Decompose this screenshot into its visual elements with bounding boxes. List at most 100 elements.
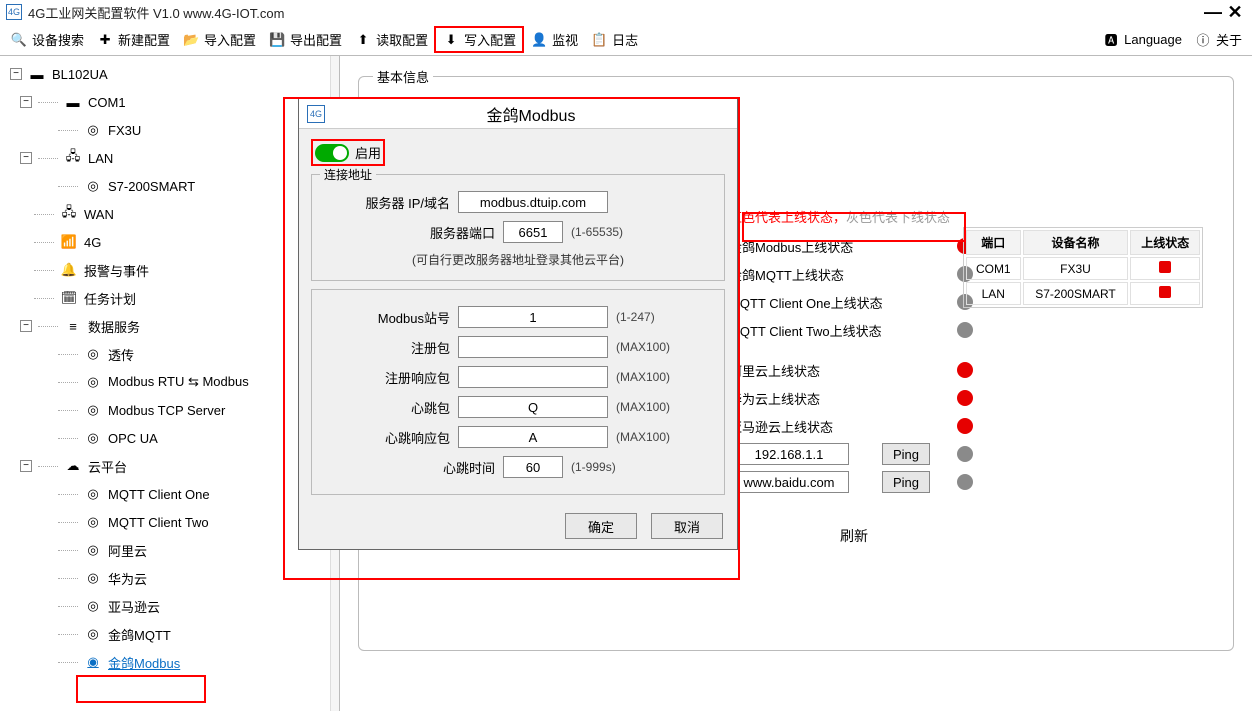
collapse-icon[interactable]: − bbox=[20, 96, 32, 108]
target-icon: ◎ bbox=[84, 346, 102, 362]
server-ip-input[interactable] bbox=[458, 191, 608, 213]
ping-domain-input[interactable] bbox=[729, 471, 849, 493]
server-port-hint: (1-65535) bbox=[571, 225, 651, 239]
status-label: 金鸽MQTT上线状态 bbox=[729, 265, 957, 284]
tree-dataservice[interactable]: −≡数据服务 bbox=[0, 312, 339, 340]
toolbar-export[interactable]: 💾导出配置 bbox=[262, 28, 348, 51]
toolbar-read[interactable]: ⬆读取配置 bbox=[348, 28, 434, 51]
enable-toggle[interactable] bbox=[315, 144, 349, 162]
tree-lan[interactable]: −🖧LAN bbox=[0, 144, 339, 172]
ok-button[interactable]: 确定 bbox=[565, 513, 637, 539]
toolbar-about[interactable]: ⓘ关于 bbox=[1188, 28, 1248, 51]
reg-hint: (MAX100) bbox=[616, 340, 696, 354]
tree-4g[interactable]: 📶4G bbox=[0, 228, 339, 256]
bell-icon: 🔔 bbox=[60, 262, 78, 278]
status-row: 金鸽Modbus上线状态 bbox=[729, 232, 979, 260]
language-icon: 🅰 bbox=[1102, 31, 1120, 49]
tree-passthrough[interactable]: ◎透传 bbox=[0, 340, 339, 368]
collapse-icon[interactable]: − bbox=[10, 68, 22, 80]
ping-ip-input[interactable] bbox=[729, 443, 849, 465]
basic-info-legend: 基本信息 bbox=[373, 67, 433, 86]
station-input[interactable] bbox=[458, 306, 608, 328]
status-dot bbox=[957, 474, 973, 490]
hbtime-input[interactable] bbox=[503, 456, 563, 478]
collapse-icon[interactable]: − bbox=[20, 152, 32, 164]
sidebar-tree[interactable]: −▬BL102UA −▬COM1 ◎FX3U −🖧LAN ◎S7-200SMAR… bbox=[0, 56, 340, 711]
close-button[interactable]: ✕ bbox=[1224, 1, 1246, 23]
target-icon: ◎ bbox=[84, 598, 102, 614]
minimize-button[interactable]: — bbox=[1202, 1, 1224, 23]
app-icon: 4G bbox=[6, 4, 22, 20]
tree-cloud[interactable]: −☁云平台 bbox=[0, 452, 339, 480]
device-icon: ▬ bbox=[28, 67, 46, 82]
ping-domain-button[interactable]: Ping bbox=[882, 471, 930, 493]
tree-jinge-modbus[interactable]: ◉金鸽Modbus bbox=[0, 648, 339, 676]
regresp-hint: (MAX100) bbox=[616, 370, 696, 384]
toolbar-log[interactable]: 📋日志 bbox=[584, 28, 644, 51]
collapse-icon[interactable]: − bbox=[20, 320, 32, 332]
status-dot bbox=[957, 390, 973, 406]
target-icon: ◎ bbox=[84, 374, 102, 390]
cloud-icon: ☁ bbox=[64, 458, 82, 474]
cancel-button[interactable]: 取消 bbox=[651, 513, 723, 539]
hbresp-label: 心跳响应包 bbox=[340, 428, 450, 447]
refresh-button[interactable]: 刷新 bbox=[840, 526, 868, 546]
collapse-icon[interactable]: − bbox=[20, 460, 32, 472]
dialog-title: 金鸽Modbus bbox=[333, 102, 729, 126]
toolbar-search[interactable]: 🔍设备搜索 bbox=[4, 28, 90, 51]
tree-wan[interactable]: 🖧WAN bbox=[0, 200, 339, 228]
tree-modbus-tcp[interactable]: ◎Modbus TCP Server bbox=[0, 396, 339, 424]
status-dot bbox=[957, 418, 973, 434]
target-icon: ◎ bbox=[84, 570, 102, 586]
hbresp-input[interactable] bbox=[458, 426, 608, 448]
target-icon: ◎ bbox=[84, 514, 102, 530]
tree-root[interactable]: −▬BL102UA bbox=[0, 60, 339, 88]
tree-jinge-mqtt[interactable]: ◎金鸽MQTT bbox=[0, 620, 339, 648]
reg-input[interactable] bbox=[458, 336, 608, 358]
target-icon: ◎ bbox=[84, 122, 102, 138]
status-row: 亚马逊云上线状态 bbox=[729, 412, 979, 440]
tree-com1[interactable]: −▬COM1 bbox=[0, 88, 339, 116]
table-row: COM1FX3U bbox=[966, 257, 1200, 280]
server-port-input[interactable] bbox=[503, 221, 563, 243]
tree-opc-ua[interactable]: ◎OPC UA bbox=[0, 424, 339, 452]
ping-ip-button[interactable]: Ping bbox=[882, 443, 930, 465]
tree-task[interactable]: 🗓任务计划 bbox=[0, 284, 339, 312]
toolbar-new[interactable]: ✚新建配置 bbox=[90, 28, 176, 51]
target-icon: ◎ bbox=[84, 542, 102, 558]
toolbar-write[interactable]: ⬇写入配置 bbox=[434, 26, 524, 53]
toolbar-monitor[interactable]: 👤监视 bbox=[524, 28, 584, 51]
jinge-modbus-dialog: 4G 金鸽Modbus 启用 连接地址 服务器 IP/域名 服务器端口 (1-6… bbox=[298, 98, 738, 550]
toolbar-import[interactable]: 📂导入配置 bbox=[176, 28, 262, 51]
dialog-icon: 4G bbox=[307, 105, 325, 123]
search-icon: 🔍 bbox=[10, 31, 28, 49]
hb-input[interactable] bbox=[458, 396, 608, 418]
monitor-icon: 👤 bbox=[530, 31, 548, 49]
toolbar-language[interactable]: 🅰Language bbox=[1096, 29, 1188, 51]
status-label: 金鸽Modbus上线状态 bbox=[729, 237, 957, 256]
status-label: 亚马逊云上线状态 bbox=[729, 417, 957, 436]
hb-label: 心跳包 bbox=[340, 398, 450, 417]
status-label: MQTT Client Two上线状态 bbox=[729, 321, 957, 340]
dialog-footer: 确定 取消 bbox=[299, 503, 737, 549]
tree-modbus-rtu[interactable]: ◎Modbus RTU ⇆ Modbus bbox=[0, 368, 339, 396]
regresp-input[interactable] bbox=[458, 366, 608, 388]
tree-mqtt2[interactable]: ◎MQTT Client Two bbox=[0, 508, 339, 536]
table-row: LANS7-200SMART bbox=[966, 282, 1200, 305]
tree-aws[interactable]: ◎亚马逊云 bbox=[0, 592, 339, 620]
tree-fx3u[interactable]: ◎FX3U bbox=[0, 116, 339, 144]
th-status: 上线状态 bbox=[1130, 230, 1200, 255]
upload-icon: ⬆ bbox=[354, 31, 372, 49]
connection-legend: 连接地址 bbox=[320, 166, 376, 183]
tree-alarm[interactable]: 🔔报警与事件 bbox=[0, 256, 339, 284]
server-note: (可自行更改服务器地址登录其他云平台) bbox=[320, 251, 716, 268]
ping-row-ip: Ping bbox=[729, 440, 979, 468]
tree-huawei[interactable]: ◎华为云 bbox=[0, 564, 339, 592]
station-hint: (1-247) bbox=[616, 310, 696, 324]
status-dot bbox=[957, 446, 973, 462]
tree-aliyun[interactable]: ◎阿里云 bbox=[0, 536, 339, 564]
new-icon: ✚ bbox=[96, 31, 114, 49]
tree-mqtt1[interactable]: ◎MQTT Client One bbox=[0, 480, 339, 508]
tree-s7[interactable]: ◎S7-200SMART bbox=[0, 172, 339, 200]
ping-row-domain: Ping bbox=[729, 468, 979, 496]
